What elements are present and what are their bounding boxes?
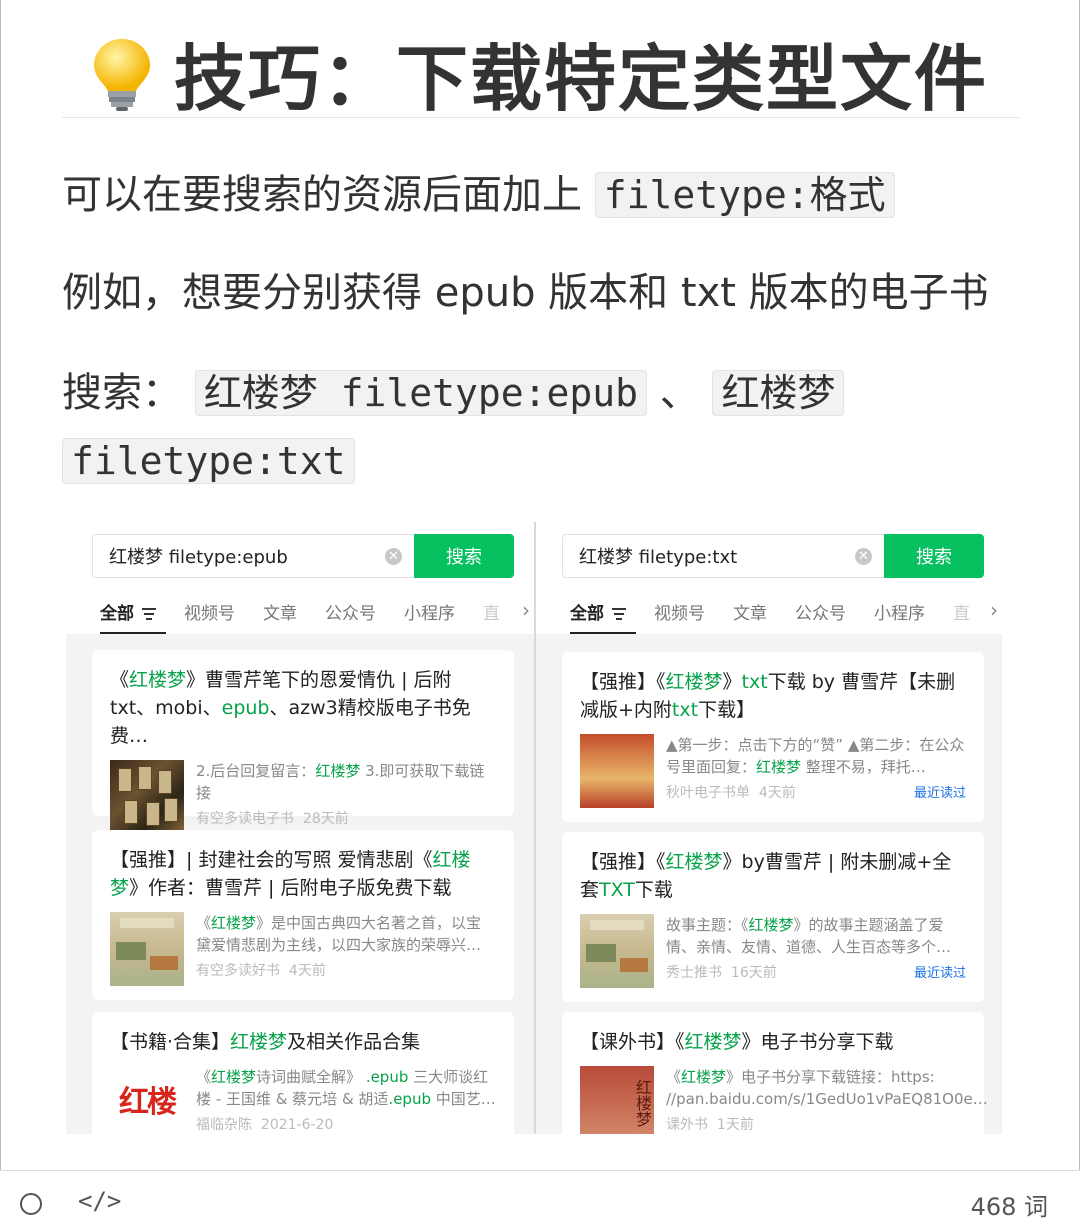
search-panel-epub: 红楼梦 filetype:epub ✕ 搜索 全部 视频号 文章 公众号 小程序… bbox=[66, 522, 534, 1134]
result-snippet: 故事主题：《红楼梦》的故事主题涵盖了爱情、亲情、友情、道德、人生百态等多个… bbox=[666, 916, 952, 956]
result-meta: 有空多读好书 4天前 bbox=[196, 963, 326, 979]
separator-text: 、 bbox=[659, 370, 700, 416]
recently-read-link[interactable]: 最近读过 bbox=[914, 962, 966, 982]
result-thumbnail: 红楼 bbox=[110, 1066, 184, 1134]
paragraph-4: filetype:txt bbox=[62, 428, 355, 494]
code-view-icon[interactable]: </> bbox=[78, 1187, 121, 1215]
result-card[interactable]: 【强推】《红楼梦》txt下载 by 曹雪芹【未删减版+内附txt下载】 ▲第一步… bbox=[562, 652, 984, 822]
filter-icon bbox=[142, 607, 156, 620]
chevron-right-icon[interactable]: › bbox=[990, 598, 998, 622]
result-title: 【强推】《红楼梦》by曹雪芹 | 附未删减+全套TXT下载 bbox=[580, 851, 952, 901]
result-snippet: 2.后台回复留言：红楼梦 3.即可获取下载链接 bbox=[196, 762, 485, 802]
search-input[interactable]: 红楼梦 filetype:epub ✕ bbox=[92, 534, 414, 578]
embedded-screenshot: 红楼梦 filetype:epub ✕ 搜索 全部 视频号 文章 公众号 小程序… bbox=[66, 522, 1010, 1134]
inline-code: filetype:格式 bbox=[594, 172, 895, 218]
search-input-value: 红楼梦 filetype:epub bbox=[109, 547, 288, 568]
circle-icon[interactable] bbox=[20, 1193, 42, 1215]
search-panel-txt: 红楼梦 filetype:txt ✕ 搜索 全部 视频号 文章 公众号 小程序 … bbox=[534, 522, 1002, 1134]
word-count: 468 词 bbox=[970, 1193, 1048, 1221]
result-card[interactable]: 【强推】《红楼梦》by曹雪芹 | 附未删减+全套TXT下载 故事主题：《红楼梦》… bbox=[562, 832, 984, 1002]
recently-read-link[interactable]: 最近读过 bbox=[914, 782, 966, 802]
tab-accounts[interactable]: 公众号 bbox=[795, 599, 846, 624]
tab-more[interactable]: 直 bbox=[953, 599, 970, 624]
result-title: 【课外书】《红楼梦》电子书分享下载 bbox=[580, 1031, 894, 1053]
search-input-value: 红楼梦 filetype:txt bbox=[579, 547, 738, 568]
search-button[interactable]: 搜索 bbox=[884, 534, 984, 578]
heading-title: 技巧：下载特定类型文件 bbox=[174, 37, 989, 121]
search-button[interactable]: 搜索 bbox=[414, 534, 514, 578]
result-title: 【强推】| 封建社会的写照 爱情悲剧《红楼梦》作者：曹雪芹 | 后附电子版免费下… bbox=[110, 849, 471, 899]
result-thumbnail bbox=[580, 734, 654, 808]
result-snippet: ▲第一步：点击下方的“赞” ▲第二步：在公众号里面回复：红楼梦 整理不易，拜托… bbox=[666, 736, 965, 776]
tab-articles[interactable]: 文章 bbox=[263, 599, 297, 624]
inline-code: 红楼梦 bbox=[712, 370, 845, 416]
result-thumbnail: 红楼梦 bbox=[580, 1066, 654, 1134]
inline-code: filetype:txt bbox=[62, 438, 355, 484]
tab-bar: 全部 视频号 文章 公众号 小程序 直 › bbox=[100, 596, 534, 634]
result-meta: 福临杂陈 2021-6-20 bbox=[196, 1117, 334, 1133]
result-snippet: 《红楼梦诗词曲赋全解》 .epub 三大师谈红楼 - 王国维 & 蔡元培 & 胡… bbox=[196, 1068, 496, 1108]
tab-label: 全部 bbox=[100, 603, 134, 624]
result-card[interactable]: 【课外书】《红楼梦》电子书分享下载 红楼梦 《红楼梦》电子书分享下载链接：htt… bbox=[562, 1012, 988, 1134]
result-card[interactable]: 【强推】| 封建社会的写照 爱情悲剧《红楼梦》作者：曹雪芹 | 后附电子版免费下… bbox=[92, 830, 514, 1000]
tab-label: 全部 bbox=[570, 603, 604, 624]
paragraph-2: 例如，想要分别获得 epub 版本和 txt 版本的电子书 bbox=[62, 270, 989, 316]
tab-mini-programs[interactable]: 小程序 bbox=[874, 599, 925, 624]
clear-icon[interactable]: ✕ bbox=[385, 548, 402, 565]
result-title: 【强推】《红楼梦》txt下载 by 曹雪芹【未删减版+内附txt下载】 bbox=[580, 671, 956, 721]
tab-all[interactable]: 全部 bbox=[570, 599, 636, 634]
tab-mini-programs[interactable]: 小程序 bbox=[404, 599, 455, 624]
search-input[interactable]: 红楼梦 filetype:txt ✕ bbox=[562, 534, 884, 578]
tab-bar: 全部 视频号 文章 公众号 小程序 直 › bbox=[570, 596, 1002, 634]
result-thumbnail bbox=[110, 912, 184, 986]
result-thumbnail bbox=[580, 914, 654, 988]
chevron-right-icon[interactable]: › bbox=[522, 598, 530, 622]
result-meta: 有空多读电子书 28天前 bbox=[196, 811, 349, 827]
lightbulb-icon bbox=[94, 38, 150, 111]
result-title: 【书籍·合集】红楼梦及相关作品合集 bbox=[110, 1031, 421, 1053]
paragraph-text: 搜索： bbox=[62, 370, 182, 416]
inline-code: 红楼梦 filetype:epub bbox=[194, 370, 648, 416]
result-snippet: 《红楼梦》电子书分享下载链接：https: //pan.baidu.com/s/… bbox=[666, 1068, 988, 1108]
result-meta: 秋叶电子书单 4天前 最近读过 bbox=[666, 782, 966, 802]
filter-icon bbox=[612, 607, 626, 620]
tab-articles[interactable]: 文章 bbox=[733, 599, 767, 624]
section-heading: 技巧：下载特定类型文件 bbox=[62, 28, 1020, 121]
result-meta: 课外书 1天前 bbox=[666, 1117, 754, 1133]
result-card[interactable]: 《红楼梦》曹雪芹笔下的恩爱情仇 | 后附txt、mobi、epub、azw3精校… bbox=[92, 650, 514, 834]
result-title: 《红楼梦》曹雪芹笔下的恩爱情仇 | 后附txt、mobi、epub、azw3精校… bbox=[110, 669, 471, 747]
tab-channels[interactable]: 视频号 bbox=[184, 599, 235, 624]
result-card[interactable]: 【书籍·合集】红楼梦及相关作品合集 红楼 《红楼梦诗词曲赋全解》 .epub 三… bbox=[92, 1012, 514, 1134]
tab-more[interactable]: 直 bbox=[483, 599, 500, 624]
result-thumbnail bbox=[110, 760, 184, 834]
paragraph-3: 搜索： 红楼梦 filetype:epub 、 红楼梦 bbox=[62, 360, 845, 426]
result-meta: 秀士推书 16天前 最近读过 bbox=[666, 962, 966, 982]
status-bar: </> 468 词 bbox=[0, 1170, 1080, 1231]
tab-accounts[interactable]: 公众号 bbox=[325, 599, 376, 624]
result-snippet: 《红楼梦》是中国古典四大名著之首，以宝黛爱情悲剧为主线，以四大家族的荣辱兴… bbox=[196, 914, 482, 954]
paragraph-1: 可以在要搜索的资源后面加上 filetype:格式 bbox=[62, 162, 895, 228]
clear-icon[interactable]: ✕ bbox=[855, 548, 872, 565]
paragraph-text: 可以在要搜索的资源后面加上 bbox=[62, 172, 582, 218]
tab-channels[interactable]: 视频号 bbox=[654, 599, 705, 624]
tab-all[interactable]: 全部 bbox=[100, 599, 166, 634]
